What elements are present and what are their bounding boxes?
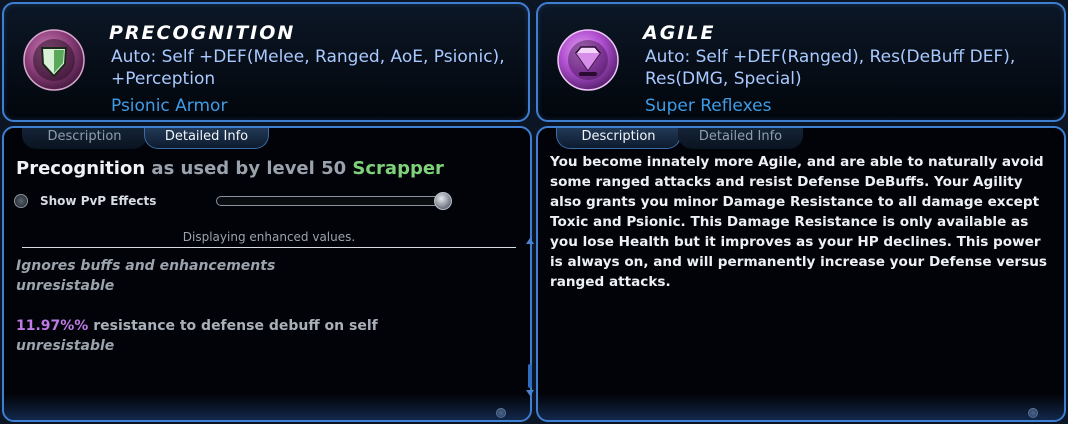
left-body: Description Detailed Info Precognition a…	[2, 126, 532, 422]
tab-detailed-info[interactable]: Detailed Info	[144, 128, 269, 149]
scroll-down-icon[interactable]	[526, 390, 534, 396]
slider-knob-icon[interactable]	[434, 192, 452, 210]
pvp-toggle[interactable]: Show PvP Effects	[14, 194, 156, 208]
enhanced-note: Displaying enhanced values.	[182, 230, 356, 244]
powerset-name: Super Reflexes	[645, 96, 772, 116]
gem-power-icon	[557, 29, 619, 91]
detail-heading: Precognition as used by level 50 Scrappe…	[16, 158, 444, 179]
pvp-label: Show PvP Effects	[40, 194, 157, 208]
power-title: AGILE	[643, 22, 716, 44]
radio-icon[interactable]	[14, 194, 28, 208]
power-title: PRECOGNITION	[109, 22, 296, 44]
shield-power-icon	[23, 29, 85, 91]
left-header: PRECOGNITION Auto: Self +DEF(Melee, Rang…	[2, 2, 530, 122]
info-line-4: unresistable	[16, 338, 115, 354]
info-effect-row: 11.97%% resistance to defense debuff on …	[16, 316, 378, 336]
tab-detailed-info[interactable]: Detailed Info	[678, 128, 803, 149]
effect-text: resistance to defense debuff on self	[93, 318, 378, 334]
detail-archetype: Scrapper	[352, 158, 444, 179]
power-short-description: Auto: Self +DEF(Melee, Ranged, AoE, Psio…	[111, 47, 505, 89]
info-line-2: unresistable	[16, 278, 115, 294]
detail-power-name: Precognition	[16, 158, 146, 179]
scroll-up-icon[interactable]	[526, 238, 534, 244]
right-header: AGILE Auto: Self +DEF(Ranged), Res(DeBuf…	[536, 2, 1066, 122]
info-line-1: Ignores buffs and enhancements	[16, 258, 276, 274]
description-text: You become innately more Agile, and are …	[550, 154, 1047, 290]
right-body: Description Detailed Info You become inn…	[536, 126, 1066, 422]
effect-value: 11.97%%	[16, 318, 89, 334]
divider	[22, 247, 516, 248]
powerset-name: Psionic Armor	[111, 96, 228, 116]
left-power-panel: PRECOGNITION Auto: Self +DEF(Melee, Rang…	[0, 0, 534, 424]
tab-description[interactable]: Description	[556, 128, 681, 149]
tab-description[interactable]: Description	[22, 128, 147, 149]
right-power-panel: AGILE Auto: Self +DEF(Ranged), Res(DeBuf…	[536, 0, 1068, 424]
close-icon[interactable]	[496, 408, 506, 418]
close-icon[interactable]	[1028, 408, 1038, 418]
enhancement-slider[interactable]	[216, 196, 450, 206]
detail-used-by: as used by level 50	[151, 158, 347, 179]
scrollbar[interactable]	[528, 364, 532, 388]
power-short-description: Auto: Self +DEF(Ranged), Res(DeBuff DEF)…	[645, 47, 1016, 89]
